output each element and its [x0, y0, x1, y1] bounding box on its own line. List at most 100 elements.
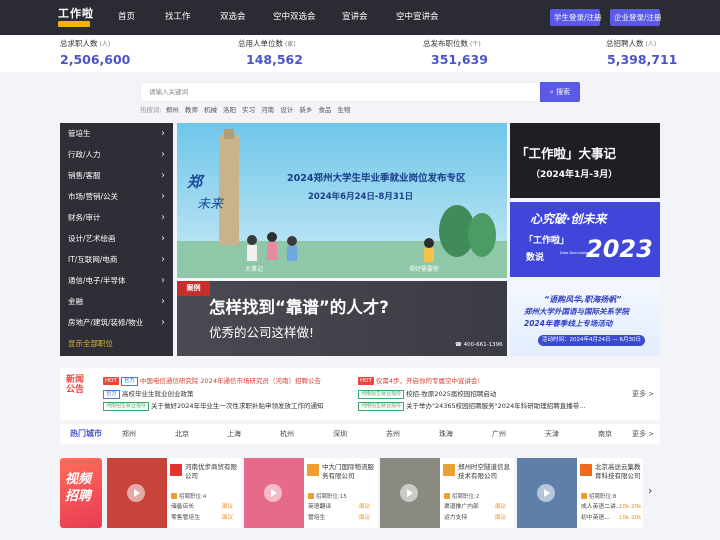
hot-search-words: 热搜词: 郑州 教师 机械 洛阳 实习 河南 设计 新乡 食品 生物 [140, 105, 354, 115]
city-link[interactable]: 南京 [598, 429, 612, 439]
news-item[interactable]: HOT 仅需4步，开启你的专属空中宣讲会! [358, 376, 480, 386]
data-year: 2023 [586, 235, 653, 263]
company-logo [170, 464, 182, 476]
search-button[interactable]: ⌕ 搜索 [540, 82, 580, 102]
search-box [140, 82, 540, 102]
nav-online-presentation[interactable]: 空中宣讲会 [396, 11, 439, 23]
case-study-banner[interactable]: 案例 怎样找到“靠谱”的人才? 优秀的公司这样做! ☎ 400-661-1396 [177, 281, 507, 356]
show-all-positions-link[interactable]: 显示全部职位 [68, 338, 113, 350]
category-marketing[interactable]: 市场/营销/公关 › [68, 186, 168, 207]
job-title: 储备店长 [171, 504, 195, 510]
news-item[interactable]: 河南招生就业指导 校招-牧原2025届校园招聘启动 [358, 389, 496, 399]
hot-word[interactable]: 新乡 [299, 106, 312, 114]
hot-word[interactable]: 生物 [337, 106, 350, 114]
hot-word[interactable]: 食品 [318, 106, 331, 114]
category-real-estate[interactable]: 房地产/建筑/装修/物业 › [68, 312, 168, 333]
city-link[interactable]: 苏州 [386, 429, 400, 439]
news-item[interactable]: 河南招生就业指导 关于举办"24365校园招聘服务"2024年科研助理招聘直播带.… [358, 401, 585, 411]
stat-label-hires: 总招聘人数 (人) [606, 39, 657, 48]
banner-dates: 2024年6月24日-8月31日 [308, 192, 414, 202]
hot-word[interactable]: 洛阳 [223, 106, 236, 114]
job-salary: 面议 [495, 504, 507, 510]
job-salary: 10k-20k [619, 504, 642, 510]
graduation-season-banner[interactable]: 郑 未来 2024郑州大学生毕业季就业岗位发布专区 2024年6月24日-8月3… [177, 123, 507, 278]
briefcase-icon [581, 493, 587, 499]
stat-value-positions: 351,639 [431, 52, 488, 67]
video-job-card[interactable]: 中大门国际物流服务有限公司 招聘职位:15 英语翻译 面议 管培生 面议 [244, 458, 378, 528]
nav-online-job-fair[interactable]: 空中双选会 [273, 11, 316, 23]
company-logo [307, 464, 319, 476]
news-item[interactable]: 官方 高校毕业生就业创业政策 [103, 389, 194, 399]
chevron-right-icon: › [161, 128, 165, 139]
cities-more-link[interactable]: 更多 > [632, 429, 654, 439]
city-link[interactable]: 郑州 [122, 429, 136, 439]
data-report-banner[interactable]: 心究破·创未来 「工作啦」 数说 Data Description 2023 [510, 202, 660, 277]
play-icon [264, 484, 282, 502]
category-management-trainee[interactable]: 管培生 › [68, 123, 168, 144]
category-financial-services[interactable]: 金融 › [68, 291, 168, 312]
chevron-right-icon: › [161, 191, 165, 202]
case-phone: ☎ 400-661-1396 [455, 342, 503, 348]
city-link[interactable]: 天津 [545, 429, 559, 439]
company-login-button[interactable]: 企业登录/注册 [610, 9, 662, 26]
site-logo[interactable]: 工作啦 [58, 7, 98, 29]
uni-date: 活动时间：2024年4月24日 — 6月30日 [538, 335, 645, 346]
city-link[interactable]: 珠海 [439, 429, 453, 439]
hot-word[interactable]: 河南 [261, 106, 274, 114]
video-job-card[interactable]: 郑州时空隧道信息技术有限公司 招聘职位:2 渠道推广内部 面议 运力支持 面议 [380, 458, 514, 528]
briefcase-icon [171, 493, 177, 499]
data-slogan: 心究破·创未来 [530, 212, 607, 226]
chevron-right-icon: › [161, 296, 165, 307]
category-admin-hr[interactable]: 行政/人力 › [68, 144, 168, 165]
play-icon [400, 484, 418, 502]
video-thumbnail[interactable] [380, 458, 440, 528]
job-title: 管培生 [308, 515, 326, 521]
city-link[interactable]: 深圳 [333, 429, 347, 439]
city-link[interactable]: 上海 [227, 429, 241, 439]
company-logo [580, 464, 592, 476]
job-count: 招聘职位:2 [444, 493, 479, 501]
hot-word[interactable]: 教师 [185, 106, 198, 114]
nav-find-job[interactable]: 找工作 [165, 11, 191, 23]
video-job-card[interactable]: 河南优步商贸有限公司 招聘职位:4 储备店长 面议 零售管培生 面议 [107, 458, 241, 528]
banner-title: 2024郑州大学生毕业季就业岗位发布专区 [287, 173, 466, 184]
category-finance-audit[interactable]: 财务/审计 › [68, 207, 168, 228]
stat-value-hires: 5,398,711 [607, 52, 678, 67]
city-link[interactable]: 杭州 [280, 429, 294, 439]
university-event-banner[interactable]: “语购风华,职海扬帆” 郑州大学外国语与国际关系学院 2024年春季线上专场活动… [510, 281, 660, 356]
video-job-card[interactable]: 北京高途云集教育科技有限公司 招聘职位:8 成人英语二讲... 10k-20k … [517, 458, 643, 528]
news-more-link[interactable]: 更多 > [632, 389, 654, 399]
chevron-right-icon: › [161, 275, 165, 286]
news-item[interactable]: HOT 官方 中国电信通信研究院 2024年通信市场研究员（河南）招聘公告 [103, 376, 321, 386]
next-arrow-icon[interactable]: › [648, 485, 652, 497]
city-link[interactable]: 北京 [175, 429, 189, 439]
news-item[interactable]: 河南招生就业指导 关于做好2024年毕业生一次性求职补贴申领发放工作的通知 [103, 401, 324, 411]
video-thumbnail[interactable] [517, 458, 577, 528]
calligraphy-text: 未来 [197, 197, 224, 212]
hot-word[interactable]: 实习 [242, 106, 255, 114]
category-sales-service[interactable]: 销售/客服 › [68, 165, 168, 186]
events-title: 「工作啦」大事记 [516, 146, 617, 161]
hot-word[interactable]: 郑州 [166, 106, 179, 114]
video-thumbnail[interactable] [244, 458, 304, 528]
job-count: 招聘职位:15 [308, 493, 347, 501]
category-telecom-electronics[interactable]: 通信/电子/半导体 › [68, 270, 168, 291]
stat-value-employers: 148,562 [246, 52, 303, 67]
hot-word[interactable]: 机械 [204, 106, 217, 114]
nav-job-fair[interactable]: 双选会 [220, 11, 246, 23]
category-it-internet[interactable]: IT/互联网/电商 › [68, 249, 168, 270]
logo-text: 工作啦 [58, 7, 94, 20]
events-banner[interactable]: 「工作啦」大事记 （2024年1月-3月） [510, 123, 660, 198]
category-design-art[interactable]: 设计/艺术绘画 › [68, 228, 168, 249]
nav-home[interactable]: 首页 [118, 11, 135, 23]
chevron-right-icon: › [161, 233, 165, 244]
city-link[interactable]: 广州 [492, 429, 506, 439]
stat-label-employers: 总用人单位数 (家) [238, 39, 296, 48]
job-salary: 面议 [359, 515, 371, 521]
briefcase-icon [308, 493, 314, 499]
student-login-button[interactable]: 学生登录/注册 [550, 9, 602, 26]
hot-word[interactable]: 设计 [280, 106, 293, 114]
search-input[interactable] [141, 83, 540, 101]
nav-presentation[interactable]: 宣讲会 [342, 11, 368, 23]
video-thumbnail[interactable] [107, 458, 167, 528]
